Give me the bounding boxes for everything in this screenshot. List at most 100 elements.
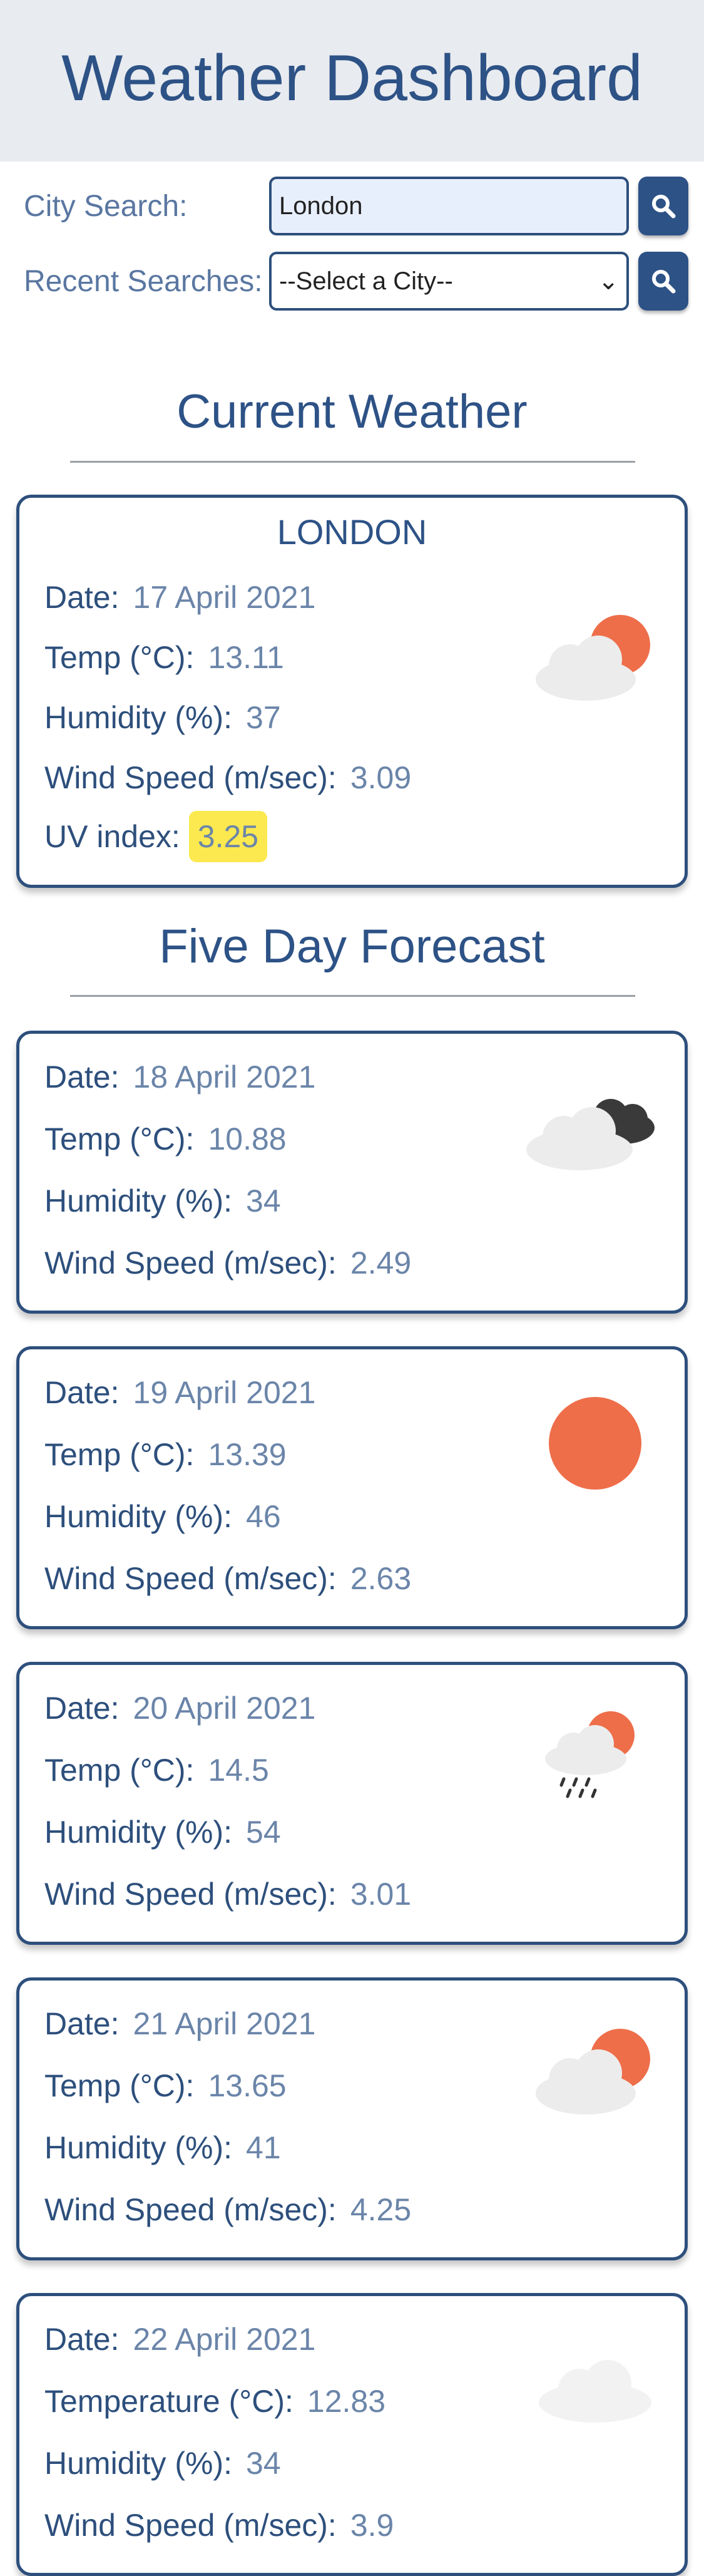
uv-badge: 3.25 (188, 811, 268, 862)
recent-searches-selected: --Select a City-- (279, 267, 453, 295)
humidity-value: 41 (246, 2130, 281, 2165)
forecast-temp-row: Temp (°C): 10.88 (44, 1121, 287, 1157)
wind-value: 3.9 (350, 2508, 394, 2543)
humidity-label: Humidity (%): (44, 2446, 233, 2481)
temp-label: Temp (°C): (44, 1753, 195, 1788)
current-humidity-row: Humidity (%): 37 (44, 699, 281, 736)
date-value: 21 April 2021 (133, 2006, 316, 2041)
divider (70, 461, 635, 463)
forecast-card: Date: 22 April 2021 Temperature (°C): 12.8… (16, 2293, 688, 2576)
forecast-humidity-row: Humidity (%): 46 (44, 1498, 281, 1535)
forecast-card: Date: 20 April 2021 Temp (°C): 14.5 Humidi… (16, 1662, 688, 1945)
temp-value: 10.88 (208, 1121, 287, 1157)
date-label: Date: (44, 1375, 120, 1410)
temp-label: Temp (°C): (44, 1121, 195, 1157)
date-label: Date: (44, 2006, 120, 2041)
forecast-date-row: Date: 22 April 2021 (44, 2321, 315, 2357)
wind-value: 2.63 (350, 1561, 412, 1596)
humidity-value: 54 (246, 1815, 281, 1850)
wind-label: Wind Speed (m/sec): (44, 1561, 337, 1596)
forecast-wind-row: Wind Speed (m/sec): 2.49 (44, 1245, 411, 1281)
forecast-card: Date: 21 April 2021 Temp (°C): 13.65 Humid… (16, 1977, 688, 2260)
humidity-label: Humidity (%): (44, 1183, 233, 1218)
date-label: Date: (44, 2322, 120, 2357)
date-value: 20 April 2021 (133, 1691, 316, 1726)
humidity-label: Humidity (%): (44, 700, 233, 735)
forecast-wind-row: Wind Speed (m/sec): 2.63 (44, 1560, 411, 1597)
forecast-temp-row: Temp (°C): 13.39 (44, 1436, 287, 1473)
humidity-value: 46 (246, 1499, 281, 1534)
city-search-label: City Search: (24, 190, 188, 223)
chevron-down-icon: ⌄ (598, 267, 619, 295)
wind-value: 4.25 (350, 2192, 412, 2227)
sun-icon (549, 1397, 641, 1490)
forecast-date-row: Date: 20 April 2021 (44, 1690, 315, 1726)
recent-searches-select[interactable]: --Select a City-- ⌄ (269, 252, 629, 311)
uv-label: UV index: (44, 819, 180, 854)
wind-label: Wind Speed (m/sec): (44, 760, 337, 795)
divider (70, 995, 635, 997)
temp-value: 12.83 (307, 2384, 386, 2419)
current-date-row: Date: 17 April 2021 (44, 579, 315, 616)
header: Weather Dashboard (0, 0, 704, 162)
date-label: Date: (44, 1059, 120, 1095)
date-label: Date: (44, 580, 120, 615)
wind-label: Wind Speed (m/sec): (44, 1245, 337, 1280)
forecast-date-row: Date: 21 April 2021 (44, 2006, 315, 2042)
date-value: 19 April 2021 (133, 1375, 316, 1410)
humidity-value: 34 (246, 2446, 281, 2481)
search-icon (652, 270, 676, 294)
date-value: 17 April 2021 (133, 580, 316, 615)
city-search-button[interactable] (638, 177, 688, 235)
humidity-label: Humidity (%): (44, 2130, 233, 2165)
temp-label: Temp (°C): (44, 640, 195, 675)
current-uv-row: UV index: 3.25 (44, 811, 268, 862)
search-icon (652, 195, 676, 219)
forecast-humidity-row: Humidity (%): 54 (44, 1814, 281, 1850)
city-name: LONDON (277, 512, 427, 552)
temp-value: 13.65 (208, 2068, 287, 2103)
broken-clouds-icon (526, 1099, 655, 1170)
forecast-date-row: Date: 18 April 2021 (44, 1059, 315, 1095)
humidity-label: Humidity (%): (44, 1815, 233, 1850)
cloud-icon (539, 2360, 651, 2423)
wind-value: 2.49 (350, 1245, 412, 1280)
wind-label: Wind Speed (m/sec): (44, 2192, 337, 2227)
forecast-wind-row: Wind Speed (m/sec): 3.9 (44, 2507, 394, 2543)
forecast-humidity-row: Humidity (%): 34 (44, 1183, 281, 1219)
date-value: 18 April 2021 (133, 1059, 316, 1095)
forecast-humidity-row: Humidity (%): 34 (44, 2445, 281, 2481)
partly-cloudy-sun-icon (536, 615, 650, 701)
forecast-card: Date: 19 April 2021 Temp (°C): 13.39 Humid… (16, 1346, 688, 1629)
sun-rain-cloud-icon (545, 1711, 635, 1798)
current-wind-row: Wind Speed (m/sec): 3.09 (44, 760, 411, 796)
temp-value: 14.5 (208, 1753, 269, 1788)
wind-value: 3.09 (350, 760, 412, 795)
wind-value: 3.01 (350, 1877, 412, 1912)
temp-value: 13.11 (208, 640, 284, 675)
forecast-temp-row: Temp (°C): 13.65 (44, 2068, 287, 2104)
current-weather-title: Current Weather (176, 385, 528, 438)
date-value: 22 April 2021 (133, 2322, 316, 2357)
recent-searches-label: Recent Searches: (24, 265, 263, 298)
date-label: Date: (44, 1691, 120, 1726)
forecast-date-row: Date: 19 April 2021 (44, 1374, 315, 1411)
city-search-input[interactable]: London (269, 177, 629, 235)
humidity-value: 37 (246, 700, 281, 735)
temp-value: 13.39 (208, 1437, 287, 1472)
temp-label: Temp (°C): (44, 2068, 195, 2103)
temp-label: Temperature (°C): (44, 2384, 293, 2419)
page-title: Weather Dashboard (61, 42, 643, 115)
forecast-title: Five Day Forecast (159, 920, 545, 973)
humidity-label: Humidity (%): (44, 1499, 233, 1534)
temp-label: Temp (°C): (44, 1437, 195, 1472)
partly-cloudy-sun-icon (536, 2029, 650, 2115)
forecast-wind-row: Wind Speed (m/sec): 3.01 (44, 1876, 411, 1912)
humidity-value: 34 (246, 1183, 281, 1218)
current-weather-card: LONDON Date: 17 April 2021 Temp (°C): 13.1… (16, 495, 688, 888)
forecast-humidity-row: Humidity (%): 41 (44, 2130, 281, 2166)
forecast-temp-row: Temperature (°C): 12.83 (44, 2383, 385, 2419)
forecast-wind-row: Wind Speed (m/sec): 4.25 (44, 2192, 411, 2228)
recent-search-button[interactable] (638, 252, 688, 311)
forecast-temp-row: Temp (°C): 14.5 (44, 1752, 269, 1788)
